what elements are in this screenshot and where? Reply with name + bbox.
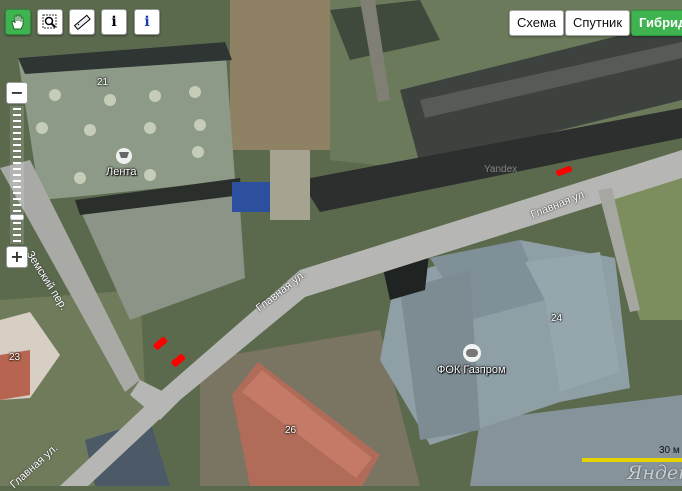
poi-fok-gazprom[interactable]: ФОК Газпром	[437, 364, 506, 376]
zoom-area-icon	[42, 14, 57, 29]
poi-lenta[interactable]: Лента	[106, 166, 136, 178]
yandex-logo[interactable]: Яндекс	[627, 462, 682, 484]
zoom-in-button[interactable]: +	[6, 246, 28, 268]
ruler-icon	[73, 14, 91, 31]
zoom-area-button[interactable]	[37, 9, 63, 35]
map-watermark: Yandex	[484, 164, 518, 175]
info-button[interactable]: i	[101, 9, 127, 35]
layer-satellite-button[interactable]: Спутник	[565, 10, 631, 36]
zoom-control[interactable]: − +	[6, 82, 28, 268]
house-number-23: 23	[9, 352, 21, 363]
info-point-button[interactable]: i	[134, 9, 160, 35]
ruler-button[interactable]	[69, 9, 95, 35]
layer-scheme-button[interactable]: Схема	[509, 10, 565, 36]
house-number-24: 24	[551, 313, 563, 324]
zoom-slider-thumb[interactable]	[10, 213, 24, 221]
info-icon: i	[111, 14, 117, 30]
house-number-21: 21	[97, 77, 109, 88]
zoom-slider-track[interactable]	[10, 106, 24, 244]
satellite-map[interactable]	[0, 0, 682, 486]
layer-hybrid-button[interactable]: Гибрид	[631, 10, 682, 36]
hand-tool-button[interactable]	[5, 9, 31, 35]
zoom-out-button[interactable]: −	[6, 82, 28, 104]
house-number-26: 26	[285, 425, 297, 436]
scale-label: 30 м	[659, 445, 680, 456]
info-point-icon: i	[144, 14, 150, 30]
hand-icon	[11, 14, 24, 30]
